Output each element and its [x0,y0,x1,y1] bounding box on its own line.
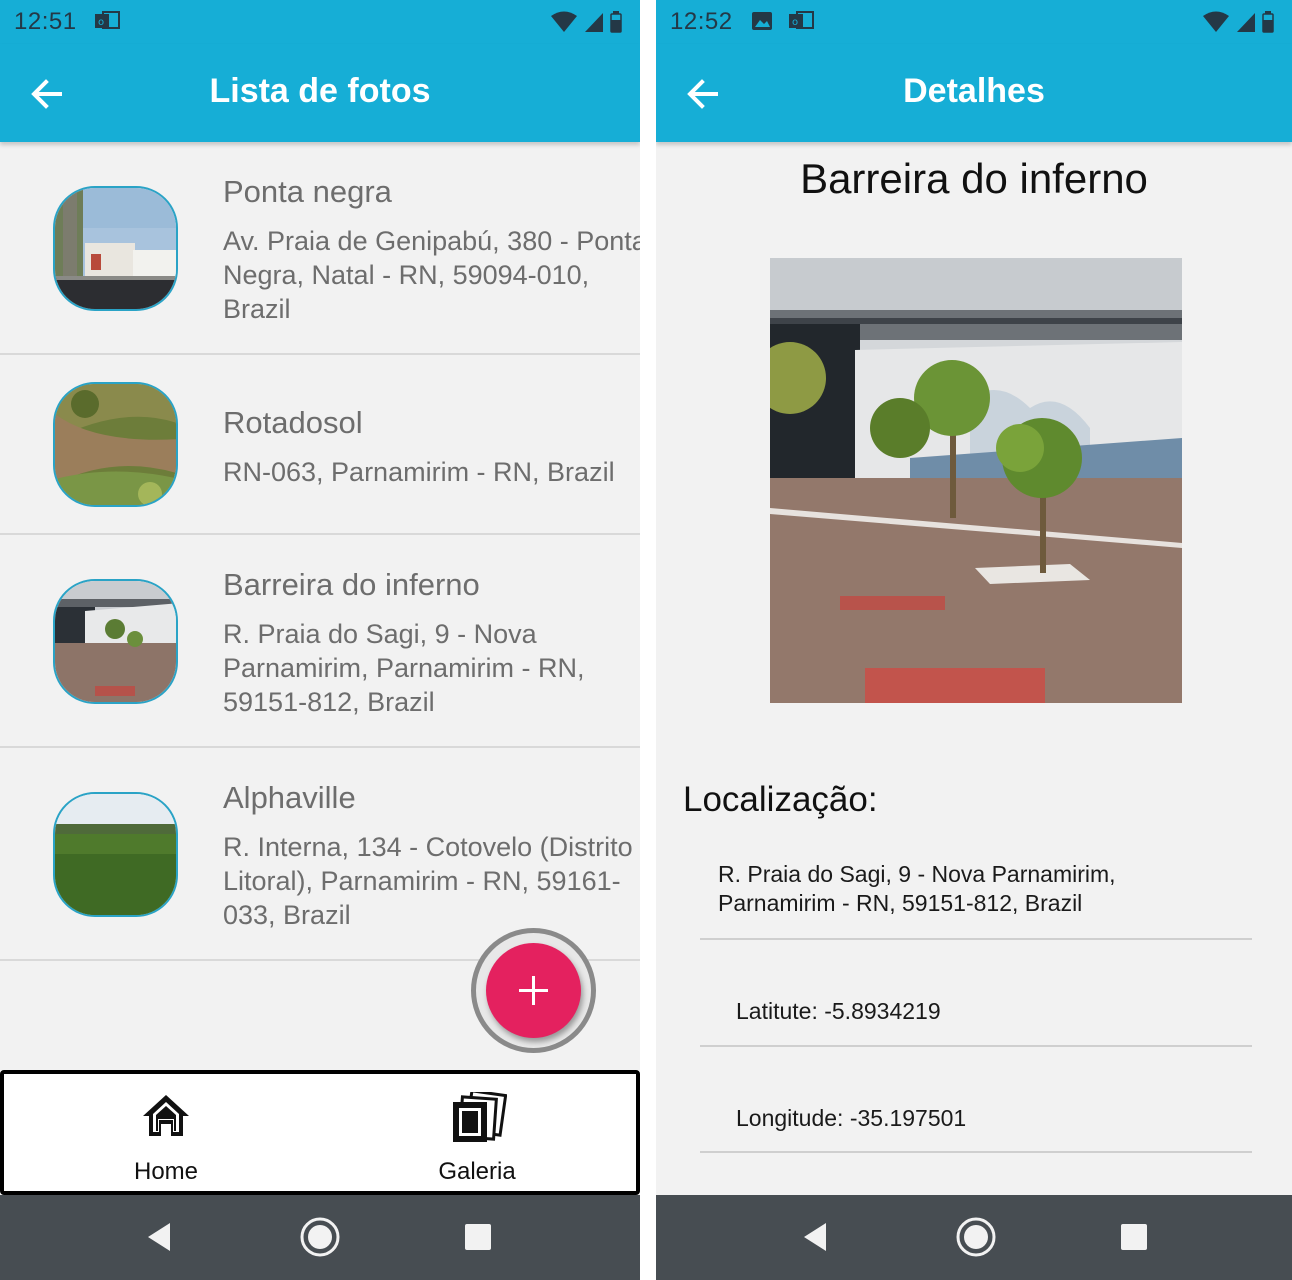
divider [700,1045,1252,1047]
system-navigation-bar [656,1195,1292,1280]
svg-text:o: o [98,17,104,28]
plus-icon [519,976,548,1005]
bottom-navigation: Home Galeria [0,1070,640,1195]
nav-gallery-label: Galeria [438,1158,516,1185]
battery-icon [1262,11,1274,33]
place-name: Barreira do inferno [223,567,480,602]
place-address: RN-063, Parnamirim - RN, Brazil [223,457,615,487]
page-title: Detalhes [903,72,1045,110]
list-item[interactable]: Ponta negra Av. Praia de Genipabú, 380 -… [0,142,640,355]
nav-home[interactable]: Home [66,1084,266,1185]
cell-signal-icon [585,13,603,32]
place-address: Av. Praia de Genipabú, 380 - Ponta Negra… [223,226,640,324]
image-notification-icon [752,12,772,30]
place-address: R. Praia do Sagi, 9 - Nova Parnamirim, P… [223,619,585,717]
add-photo-button[interactable] [486,943,581,1038]
status-time: 12:52 [670,8,733,35]
divider [700,1151,1252,1153]
photo-list: Ponta negra Av. Praia de Genipabú, 380 -… [0,142,640,961]
place-address: R. Interna, 134 - Cotovelo (Distrito Lit… [223,832,633,930]
place-name: Ponta negra [223,174,392,209]
home-circle-icon[interactable] [954,1215,998,1259]
page-title: Lista de fotos [209,72,431,110]
recents-square-icon[interactable] [456,1215,500,1259]
photo-thumbnail [53,382,178,507]
outlook-notification-icon: o [95,11,120,29]
battery-icon [610,11,622,33]
add-photo-button-outline [471,928,596,1053]
system-icons [550,10,622,34]
status-bar: 12:52 o [656,0,1292,44]
svg-text:o: o [792,17,798,28]
list-item[interactable]: Rotadosol RN-063, Parnamirim - RN, Brazi… [0,355,640,535]
wifi-icon [551,11,577,32]
recents-square-icon[interactable] [1112,1215,1156,1259]
back-triangle-icon[interactable] [140,1215,184,1259]
location-address: R. Praia do Sagi, 9 - Nova Parnamirim, P… [718,861,1116,916]
place-name: Rotadosol [223,405,363,440]
app-bar: Lista de fotos [0,44,640,142]
longitude-text: Longitude: -35.197501 [736,1105,967,1131]
status-bar: 12:51 o [0,0,640,44]
photo-thumbnail [53,792,178,917]
home-circle-icon[interactable] [298,1215,342,1259]
latitude-text: Latitute: -5.8934219 [736,998,941,1024]
location-heading: Localização: [683,780,878,819]
place-name: Alphaville [223,780,356,815]
divider [700,938,1252,940]
photo-list-screen: 12:51 o Lista de fotos Ponta negra Av. P… [0,0,640,1280]
photo-thumbnail [53,186,178,311]
back-triangle-icon[interactable] [796,1215,840,1259]
cell-signal-icon [1237,13,1255,32]
details-screen: 12:52 o Detalhes Barreira do inferno Loc… [656,0,1292,1280]
nav-gallery[interactable]: Galeria [377,1084,577,1185]
place-photo [770,258,1182,703]
status-time: 12:51 [14,8,77,35]
app-bar: Detalhes [656,44,1292,142]
outlook-notification-icon: o [789,11,814,29]
gallery-icon [453,1092,507,1142]
place-title: Barreira do inferno [800,155,1148,202]
system-icons [1202,10,1274,34]
system-navigation-bar [0,1195,640,1280]
nav-home-label: Home [133,1158,199,1185]
list-item[interactable]: Barreira do inferno R. Praia do Sagi, 9 … [0,535,640,748]
photo-thumbnail [53,579,178,704]
wifi-icon [1203,11,1229,32]
home-icon [143,1095,189,1136]
